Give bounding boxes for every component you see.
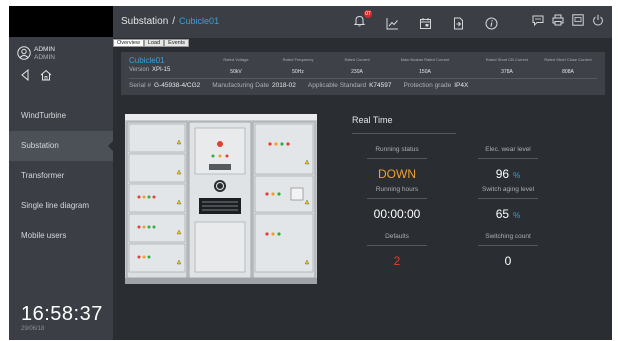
rated-value: 50kV xyxy=(230,69,242,75)
manufacturing-date: Manufacturing Date 2018-02 xyxy=(212,82,296,89)
sidebar-item-single-line-diagram[interactable]: Single line diagram xyxy=(9,191,113,221)
defaults: Defaults 2 xyxy=(352,233,442,268)
info-divider xyxy=(129,78,597,79)
rated-label: Main Busbar Rated Current xyxy=(400,57,450,62)
switchgear-cabinet-image xyxy=(125,114,317,284)
device-info-panel: Cubicle01 Version XPI-15 Rated Voltage 50… xyxy=(121,52,605,95)
clock-time: 16:58:37 xyxy=(21,303,103,325)
sidebar: ADMIN ADMIN WindTurbine Substation Trans… xyxy=(9,6,113,340)
switch-aging-level: Switch aging level 65% xyxy=(463,186,553,221)
breadcrumb: Substation / Cubicle01 xyxy=(121,16,219,27)
device-version: Version XPI-15 xyxy=(129,67,171,73)
top-bar: Substation / Cubicle01 07 xyxy=(113,6,612,38)
info-icon[interactable] xyxy=(485,17,498,30)
user-name: ADMIN xyxy=(34,46,55,53)
applicable-standard: Applicable Standard K74597 xyxy=(307,82,392,89)
switching-count: Switching count 0 xyxy=(463,233,553,268)
running-hours-value: 00:00:00 xyxy=(373,207,421,221)
notification-badge: 07 xyxy=(364,10,372,18)
protection-grade: Protection grade IP4X xyxy=(403,82,469,89)
realtime-title: Real Time xyxy=(352,115,393,125)
sidebar-item-mobile-users[interactable]: Mobile users xyxy=(9,221,113,251)
sidebar-item-transformer[interactable]: Transformer xyxy=(9,161,113,191)
running-hours: Running hours 00:00:00 xyxy=(352,186,442,221)
calendar-icon[interactable] xyxy=(419,17,432,30)
sidebar-menu: WindTurbine Substation Transformer Singl… xyxy=(9,101,113,251)
rated-label: Rated Voltage xyxy=(223,57,249,62)
elec-wear-level: Elec. wear level 96% xyxy=(463,146,553,181)
running-status: Running status DOWN xyxy=(352,146,442,181)
rated-value: 230A xyxy=(351,69,363,75)
switch-aging-value: 65% xyxy=(495,207,521,221)
rated-label: Rated Short CB Current xyxy=(485,57,529,62)
sidebar-item-windturbine[interactable]: WindTurbine xyxy=(9,101,113,131)
device-name: Cubicle01 xyxy=(129,56,165,65)
defaults-value: 2 xyxy=(393,254,401,268)
rated-value: 808A xyxy=(562,69,574,75)
main-content: Substation / Cubicle01 07 Overview Load … xyxy=(113,6,612,340)
device-details: Serial # G-45938-4/CG2 Manufacturing Date… xyxy=(129,82,468,89)
home-icon[interactable] xyxy=(40,69,52,81)
tab-bar: Overview Load Events xyxy=(113,39,189,47)
sidebar-item-substation[interactable]: Substation xyxy=(9,131,113,161)
screen-icon[interactable] xyxy=(572,14,584,26)
notifications-button[interactable]: 07 xyxy=(353,10,372,32)
breadcrumb-separator: / xyxy=(172,16,176,27)
realtime-title-underline xyxy=(352,133,456,134)
running-status-value: DOWN xyxy=(378,167,416,181)
logo-block xyxy=(9,6,113,37)
tab-overview[interactable]: Overview xyxy=(113,39,144,47)
user-role: ADMIN xyxy=(34,54,55,61)
serial-number: Serial # G-45938-4/CG2 xyxy=(129,82,201,89)
breadcrumb-current: Cubicle01 xyxy=(179,16,220,26)
export-icon[interactable] xyxy=(452,17,465,30)
rated-value: 150A xyxy=(419,69,431,75)
message-icon[interactable] xyxy=(532,14,544,26)
rated-label: Rated Current xyxy=(344,57,370,62)
elec-wear-value: 96% xyxy=(495,167,521,181)
user-info[interactable]: ADMIN ADMIN xyxy=(17,46,55,62)
breadcrumb-section[interactable]: Substation xyxy=(121,16,168,27)
print-icon[interactable] xyxy=(552,14,564,26)
user-icon xyxy=(17,46,31,60)
back-icon[interactable] xyxy=(19,69,31,81)
rated-value: 378A xyxy=(501,69,513,75)
clock-date: 29/06/18 xyxy=(21,326,45,332)
tab-events[interactable]: Events xyxy=(164,39,189,47)
rated-label: Rated Short Close Current xyxy=(544,57,592,62)
tab-load[interactable]: Load xyxy=(143,39,165,47)
switching-count-value: 0 xyxy=(504,254,512,268)
power-icon[interactable] xyxy=(592,14,604,26)
chart-icon[interactable] xyxy=(386,17,399,30)
